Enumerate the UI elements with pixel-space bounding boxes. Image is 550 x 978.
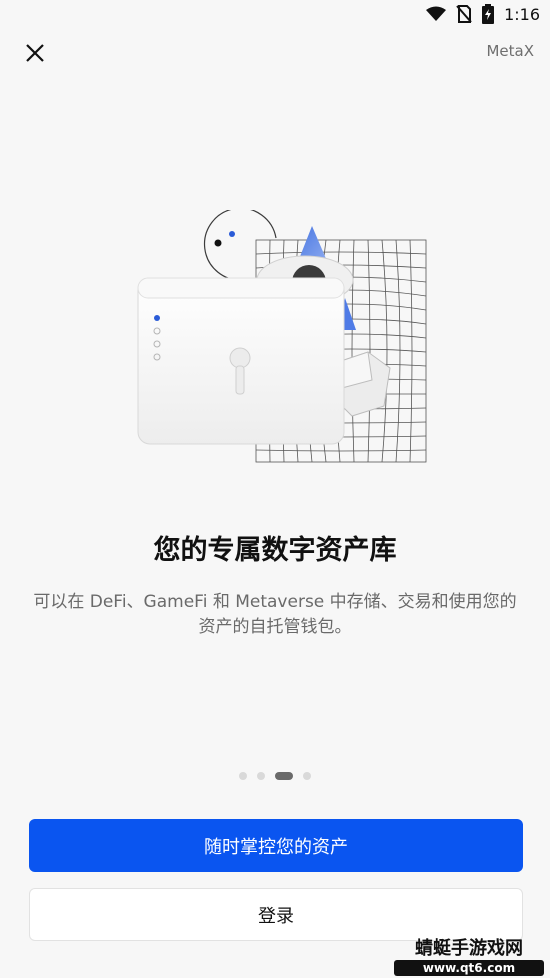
status-icons: 1:16 [426,4,540,24]
close-button[interactable] [20,38,50,68]
brand-label: MetaX [486,42,534,60]
page-dot [303,772,311,780]
wifi-icon [426,6,447,21]
page-dot [257,772,265,780]
vault-illustration [137,210,427,463]
status-bar: 1:16 [0,0,550,30]
no-sim-icon [456,5,472,23]
site-watermark: 蜻蜓手游戏网 www.qt6.com [394,937,544,976]
onboarding-title: 您的专属数字资产库 [153,535,397,566]
close-icon [26,44,44,62]
status-time: 1:16 [504,4,540,24]
take-control-button[interactable]: 随时掌控您的资产 [29,819,523,872]
page-dot [239,772,247,780]
onboarding-description: 可以在 DeFi、GameFi 和 Metaverse 中存储、交易和使用您的资… [33,592,517,637]
battery-charging-icon [482,4,495,24]
page-indicator [0,772,550,780]
watermark-url: www.qt6.com [423,961,515,975]
page-dot-active [275,772,293,780]
watermark-title: 蜻蜓手游戏网 [415,937,523,959]
